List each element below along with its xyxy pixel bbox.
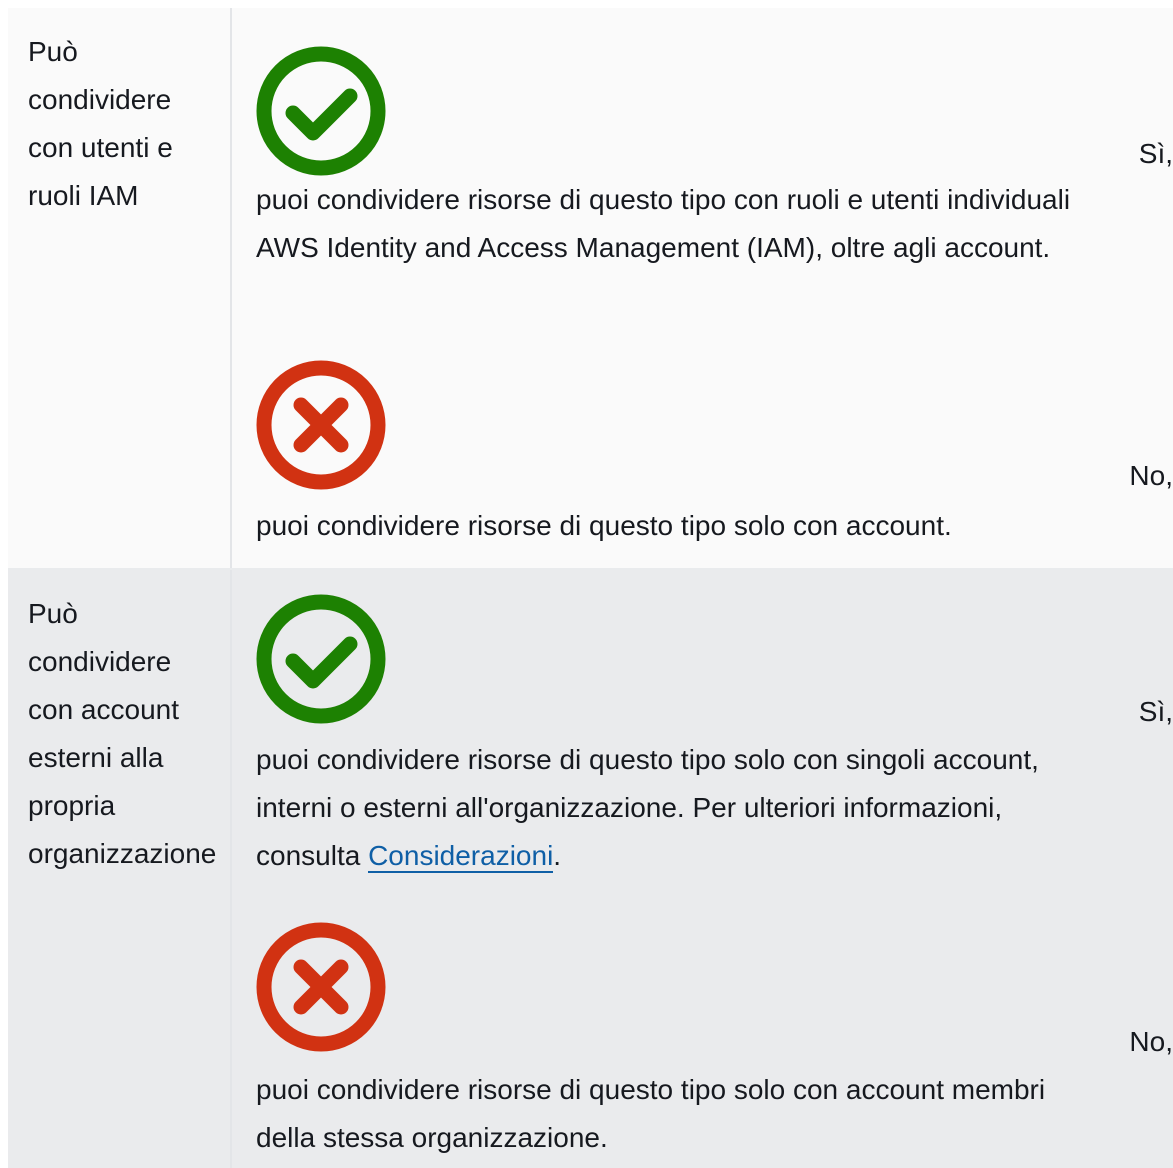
yes-entry: Sì, puoi condividere risorse di questo t… bbox=[256, 46, 1173, 346]
table-row: Può condividere con utenti e ruoli IAM S… bbox=[8, 8, 1173, 570]
yes-answer: Sì, bbox=[1138, 696, 1173, 727]
yes-entry: Sì, puoi condividere risorse di questo t… bbox=[256, 594, 1173, 914]
no-answer: No, bbox=[1129, 1026, 1173, 1057]
yes-description: puoi condividere risorse di questo tipo … bbox=[256, 184, 1071, 263]
check-circle-icon bbox=[256, 594, 386, 724]
x-circle-icon bbox=[256, 360, 386, 490]
no-entry: No, puoi condividere risorse di questo t… bbox=[256, 922, 1173, 1162]
no-description: puoi condividere risorse di questo tipo … bbox=[256, 1074, 1046, 1153]
yes-answer: Sì, bbox=[1138, 138, 1173, 169]
check-circle-icon bbox=[256, 46, 386, 176]
description-end: . bbox=[553, 840, 562, 871]
no-entry: No, puoi condividere risorse di questo t… bbox=[256, 360, 1173, 560]
yes-description: puoi condividere risorse di questo tipo … bbox=[256, 736, 1076, 880]
row-label: Può condividere con utenti e ruoli IAM bbox=[8, 8, 232, 568]
considerazioni-link[interactable]: Considerazioni bbox=[368, 840, 554, 873]
table-row: Può condividere con account esterni alla… bbox=[8, 570, 1173, 1168]
no-description: puoi condividere risorse di questo tipo … bbox=[256, 510, 952, 541]
x-circle-icon bbox=[256, 922, 386, 1052]
no-answer: No, bbox=[1129, 460, 1173, 491]
row-label: Può condividere con account esterni alla… bbox=[8, 570, 232, 1168]
